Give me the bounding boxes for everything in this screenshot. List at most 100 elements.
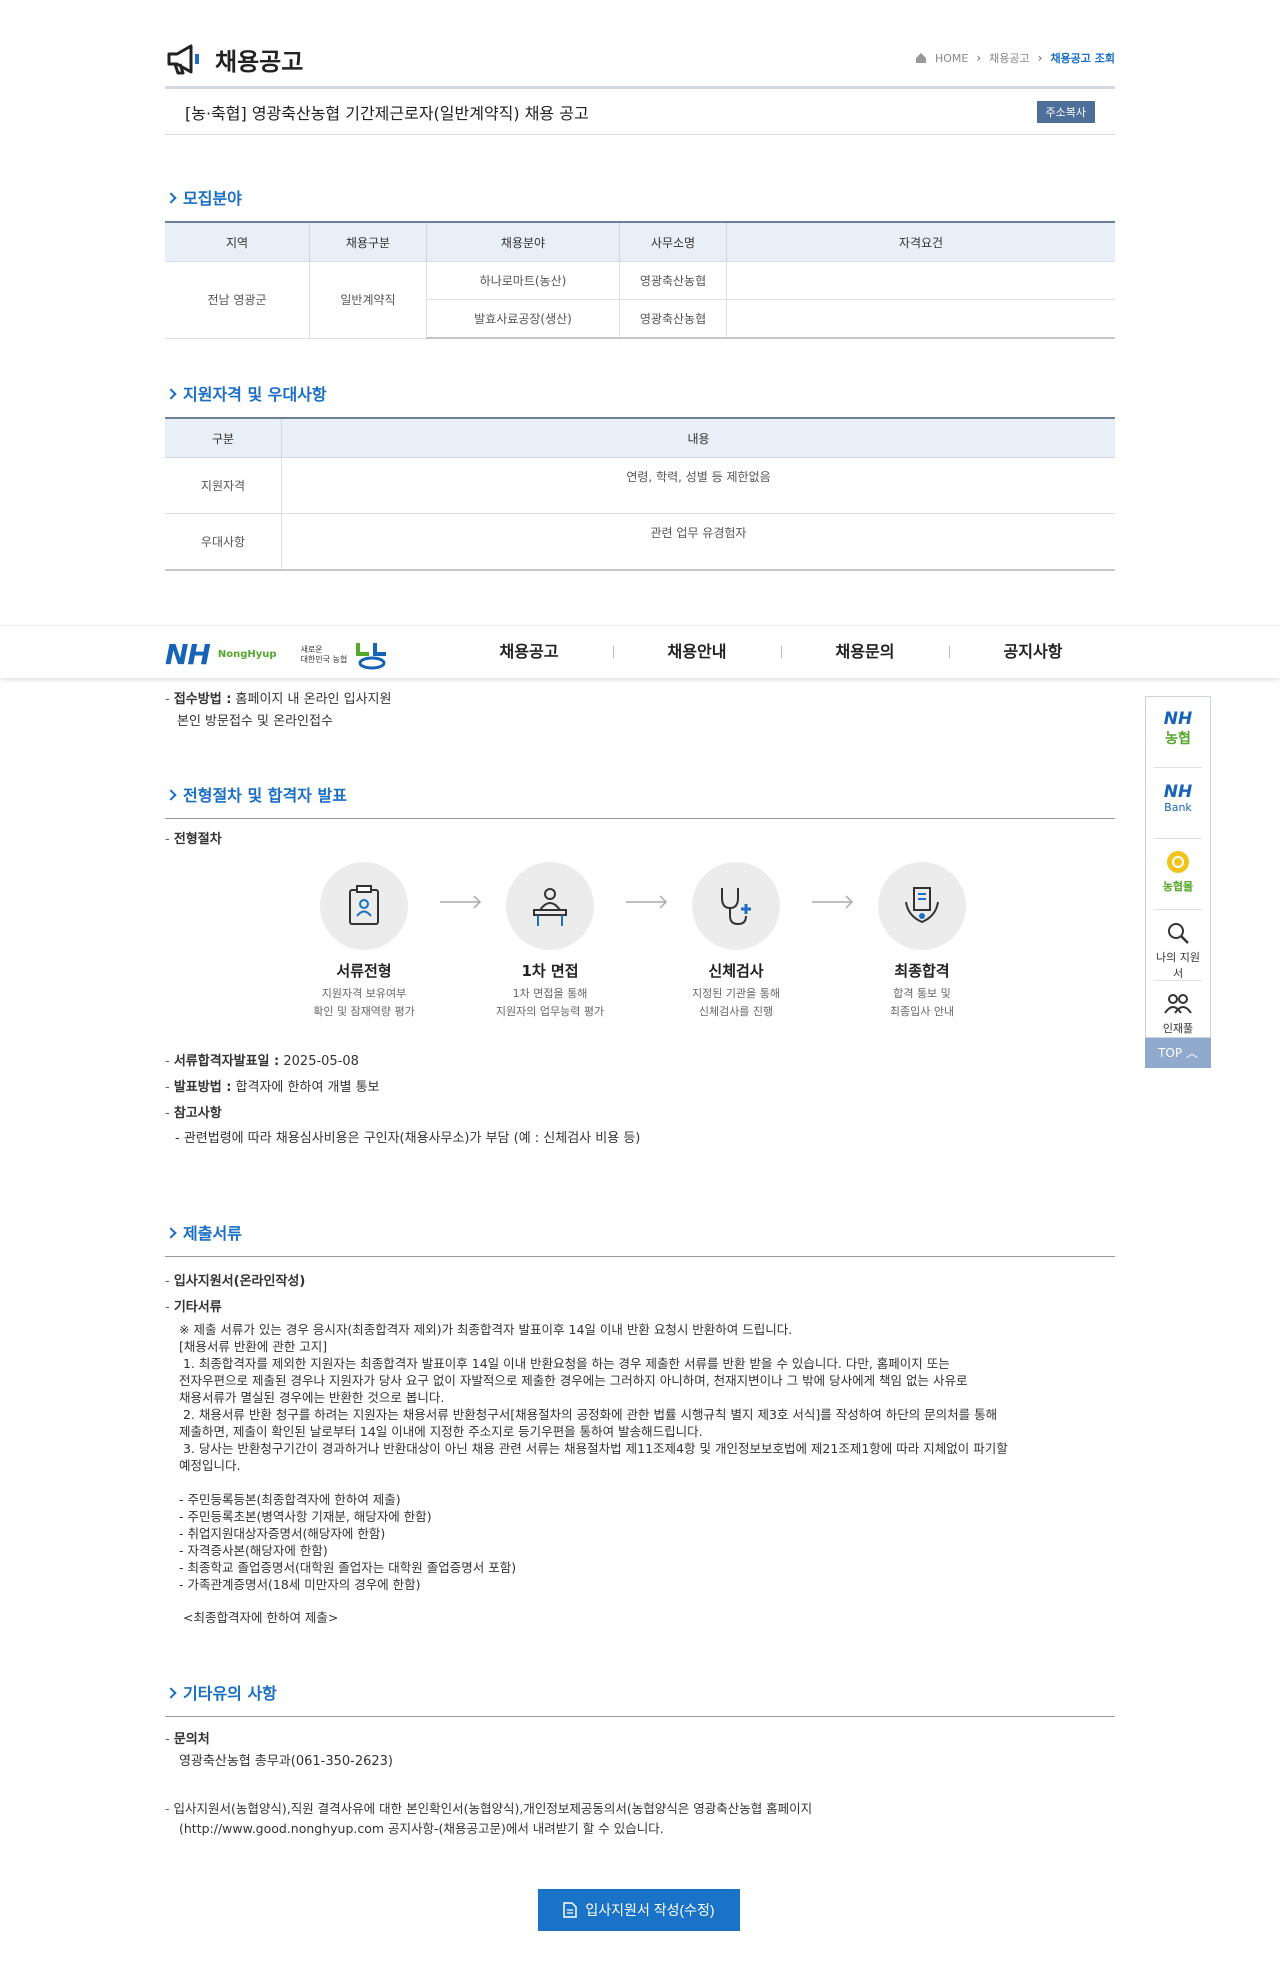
- section-title-documents: 제출서류: [165, 1222, 1115, 1246]
- step-desc: 지원자격 보유여부: [321, 987, 407, 1000]
- scroll-top-button[interactable]: TOP ︿: [1145, 1038, 1211, 1068]
- recruit-section: 모집분야 지역 채용구분 채용분야 사무소명 자격요건 전남 영광군 일반계약직…: [165, 187, 1115, 339]
- post-title: [농·축협] 영광축산농협 기간제근로자(일반계약직) 채용 공고: [185, 104, 589, 123]
- nav-item-inquiry[interactable]: 채용문의: [781, 626, 949, 678]
- nonghyup-mall-icon: [1167, 851, 1189, 873]
- step-desc: 신체검사를 진행: [698, 1005, 774, 1018]
- contact-value: 영광축산농협 총무과(061-350-2623): [179, 1754, 394, 1769]
- page-header: 채용공고 HOME › 채용공고 › 채용공고 조회: [165, 38, 1115, 89]
- breadcrumb-recruit[interactable]: 채용공고: [989, 50, 1029, 66]
- process-steps: 서류전형 지원자격 보유여부확인 및 잠재역량 평가 1차 면접 1차 면접을 …: [165, 862, 1115, 1032]
- sticky-nav: NH NongHyup 새로운 대한민국 농협 채용공고 채용안내 채용문의 공지…: [0, 625, 1280, 678]
- cell-value: 관련 업무 유경험자: [281, 513, 1115, 571]
- document-item-2: 기타서류: [165, 1295, 1115, 1321]
- main-nav: 채용공고 채용안내 채용문의 공지사항: [445, 626, 1117, 678]
- nh-logo[interactable]: NH NongHyup 새로운 대한민국 농협: [165, 638, 389, 671]
- step-desc: 합격 통보 및: [893, 987, 951, 1000]
- list-item: - 주민등록등본(최종합격자에 한하여 제출): [179, 1492, 401, 1507]
- logo-tagline: 새로운 대한민국 농협: [300, 644, 348, 664]
- qualification-table: 구분 내용 지원자격 연령, 학력, 성별 등 제한없음 우대사항 관련 업무 …: [165, 417, 1115, 571]
- home-icon: [915, 53, 926, 63]
- final-note: <최종합격자에 한하여 제출>: [183, 1610, 339, 1625]
- nonghyup-symbol-icon: [356, 642, 387, 669]
- nav-item-guide[interactable]: 채용안내: [613, 626, 781, 678]
- document-list: - 주민등록등본(최종합격자에 한하여 제출) - 주민등록초본(병역사항 기재…: [165, 1491, 1115, 1593]
- step-name: 신체검사: [708, 962, 764, 980]
- list-item: - 최종학교 졸업증명서(대학원 졸업자는 대학원 졸업증명서 포함): [179, 1560, 517, 1575]
- document-edit-icon: [563, 1902, 578, 1918]
- step-desc: 최종입사 안내: [889, 1005, 955, 1018]
- cell-type: 일반계약직: [309, 261, 427, 339]
- cell-office: 영광축산농협: [619, 299, 727, 339]
- cell-requirement: [726, 299, 1115, 339]
- step-desc: 지원자의 업무능력 평가: [495, 1005, 605, 1018]
- receipt-method: 접수방법 : 홈페이지 내 온라인 입사지원: [165, 689, 1115, 711]
- table-row: 지원자격 연령, 학력, 성별 등 제한없음: [165, 457, 1115, 514]
- step-desc: 확인 및 잠재역량 평가: [313, 1005, 415, 1018]
- contact-label: 문의처: [165, 1729, 1115, 1751]
- receipt-note: 본인 방문접수 및 온라인접수: [177, 714, 333, 729]
- download-note: 입사지원서(농협양식),직원 결격사유에 대한 본인확인서(농협양식),개인정보…: [165, 1799, 1115, 1839]
- step-final: 최종합격 합격 통보 및최종입사 안내: [842, 862, 1002, 1021]
- search-icon: [1168, 923, 1189, 944]
- step-desc: 지정된 기관을 통해: [692, 987, 780, 1000]
- step-name: 최종합격: [894, 962, 950, 980]
- qualification-section: 지원자격 및 우대사항 구분 내용 지원자격 연령, 학력, 성별 등 제한없음…: [165, 383, 1115, 571]
- col-requirement: 자격요건: [726, 221, 1115, 262]
- col-office: 사무소명: [619, 221, 727, 262]
- section-title-process: 전형절차 및 합격자 발표: [165, 784, 1115, 808]
- quick-my-application[interactable]: 나의 지원서: [1154, 910, 1202, 981]
- process-section: 전형절차 및 합격자 발표 전형절차: [165, 784, 1115, 851]
- step-medical: 신체검사 지정된 기관을 통해신체검사를 진행: [656, 862, 816, 1021]
- col-region: 지역: [165, 221, 310, 262]
- breadcrumb-home[interactable]: HOME: [935, 52, 968, 65]
- copy-url-button[interactable]: 주소복사: [1036, 101, 1095, 123]
- apply-button[interactable]: 입사지원서 작성(수정): [538, 1889, 740, 1931]
- chevron-right-icon: ›: [1037, 51, 1043, 65]
- list-item: - 자격증사본(해당자에 한함): [179, 1543, 328, 1558]
- col-type: 채용구분: [309, 221, 427, 262]
- nav-item-recruit[interactable]: 채용공고: [445, 626, 613, 678]
- post-title-bar: [농·축협] 영광축산농협 기간제근로자(일반계약직) 채용 공고 주소복사: [165, 86, 1115, 135]
- step-interview: 1차 면접 1차 면접을 통해 지원자의 업무능력 평가: [470, 862, 630, 1021]
- megaphone-icon: [167, 44, 199, 75]
- quick-mall[interactable]: 농협몰: [1154, 839, 1202, 910]
- breadcrumb: HOME › 채용공고 › 채용공고 조회: [915, 50, 1115, 66]
- apply-button-label: 입사지원서 작성(수정): [585, 1902, 715, 1918]
- cell-requirement: [726, 261, 1115, 300]
- cell-key: 우대사항: [165, 513, 282, 571]
- return-notice: ※ 제출 서류가 있는 경우 응시자(최종합격자 제외)가 최종합격자 발표이후…: [179, 1322, 1008, 1473]
- document-item-1: 입사지원서(온라인작성): [165, 1269, 1115, 1295]
- document-icon: [349, 885, 379, 925]
- note-line: 입사지원서(농협양식),직원 결격사유에 대한 본인확인서(농협양식),개인정보…: [165, 1799, 1115, 1819]
- section-title-qualification: 지원자격 및 우대사항: [165, 383, 1115, 407]
- receipt-section: 접수방법 : 홈페이지 내 온라인 입사지원 본인 방문접수 및 온라인접수: [165, 689, 1115, 733]
- section-title-recruit: 모집분야: [165, 187, 1115, 211]
- list-item: - 취업지원대상자증명서(해당자에 한함): [179, 1526, 386, 1541]
- chevron-right-icon: ›: [976, 51, 982, 65]
- stethoscope-icon: [721, 888, 751, 926]
- cell-field: 하나로마트(농산): [426, 261, 620, 300]
- cell-region: 전남 영광군: [165, 261, 310, 339]
- table-row: 전남 영광군 일반계약직 하나로마트(농산) 영광축산농협: [165, 261, 1115, 339]
- list-item: - 주민등록초본(병역사항 기재분, 해당자에 한함): [179, 1509, 432, 1524]
- quick-menu: NH 농협 NH Bank 농협몰 나의 지원서 인재풀: [1145, 696, 1211, 1038]
- cell-office: 영광축산농협: [619, 261, 727, 300]
- logo-main: NH: [165, 638, 211, 671]
- table-row: 우대사항 관련 업무 유경험자: [165, 513, 1115, 571]
- certificate-icon: [905, 887, 939, 924]
- people-icon: [1164, 994, 1192, 1014]
- quick-nh-nonghyup[interactable]: NH 농협: [1154, 697, 1202, 768]
- quick-nh-bank[interactable]: NH Bank: [1154, 768, 1202, 839]
- chevron-up-icon: ︿: [1185, 1046, 1198, 1060]
- nav-item-notice[interactable]: 공지사항: [949, 626, 1117, 678]
- step-name: 서류전형: [336, 962, 392, 980]
- col-category: 구분: [165, 417, 282, 458]
- step-name: 1차 면접: [521, 962, 579, 980]
- breadcrumb-current: 채용공고 조회: [1050, 52, 1115, 65]
- recruit-table: 지역 채용구분 채용분야 사무소명 자격요건 전남 영광군 일반계약직 하나로마…: [165, 221, 1115, 339]
- pass-date: 서류합격자발표일 : 2025-05-08: [165, 1049, 1115, 1075]
- announce-method: 발표방법 : 합격자에 한하여 개별 통보: [165, 1075, 1115, 1101]
- etc-section: 기타유의 사항 문의처 영광축산농협 총무과(061-350-2623) 입사지…: [165, 1682, 1115, 1839]
- cell-field: 발효사료공장(생산): [426, 299, 620, 339]
